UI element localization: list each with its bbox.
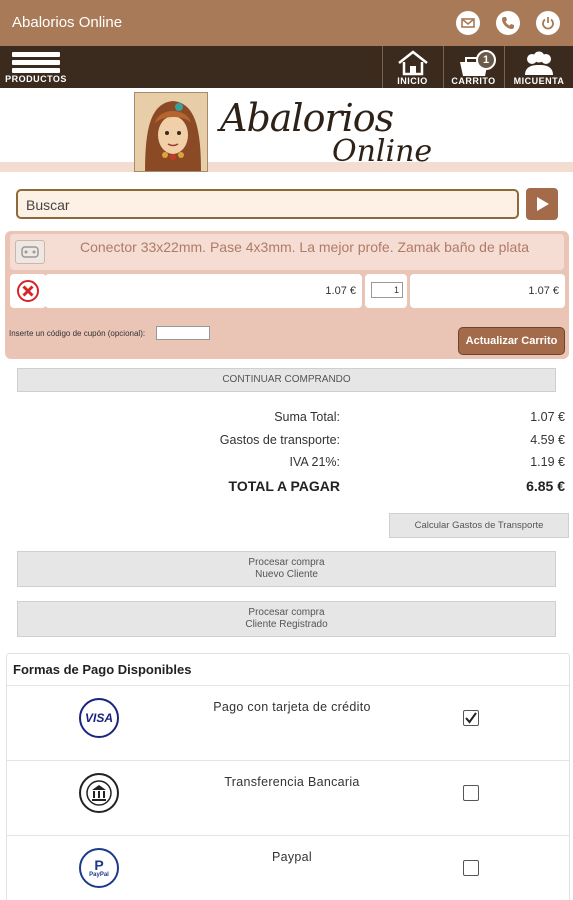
logo-image [134,92,208,172]
process-registered-line2: Cliente Registrado [245,619,328,630]
calculate-shipping-button[interactable]: Calcular Gastos de Transporte [389,513,569,538]
process-registered-line1: Procesar compra [248,607,325,618]
product-name[interactable]: Conector 33x22mm. Pase 4x3mm. La mejor p… [80,239,529,255]
menu-icon [12,52,60,74]
nav-products-label: PRODUCTOS [5,74,67,84]
total-value: 6.85 € [526,478,565,494]
payment-method-row[interactable]: VISA Pago con tarjeta de crédito [7,685,569,760]
subtotal-value: 1.07 € [530,410,565,424]
app-title: Abalorios Online [12,14,123,31]
nav-home-label: INICIO [397,76,428,86]
nav-bar: PRODUCTOS INICIO 1 CARRITO MICUENTA [0,46,573,88]
nav-cart-label: CARRITO [451,76,496,86]
search-button[interactable] [526,188,558,220]
payment-checkbox-credit-card[interactable] [463,710,479,726]
nav-account-button[interactable]: MICUENTA [504,46,573,88]
mail-icon[interactable] [456,11,480,35]
remove-item-button[interactable] [10,274,46,308]
subtotal-label: Suma Total: [274,410,340,424]
total-label: TOTAL A PAGAR [228,478,340,494]
shipping-value: 4.59 € [530,433,565,447]
payment-method-row[interactable]: P PayPal Paypal [7,835,569,900]
phone-icon[interactable] [496,11,520,35]
brand-header: Abalorios Online [0,88,573,180]
search-input[interactable]: Buscar [16,189,519,219]
vat-label: IVA 21%: [289,455,341,469]
users-icon [525,51,553,75]
payment-checkbox-paypal[interactable] [463,860,479,876]
nav-account-label: MICUENTA [513,76,565,86]
line-total: 1.07 € [410,274,565,308]
payment-checkbox-bank-transfer[interactable] [463,785,479,801]
play-arrow-icon [537,197,549,211]
power-icon[interactable] [536,11,560,35]
unit-price: 1.07 € [45,274,362,308]
update-cart-button[interactable]: Actualizar Carrito [458,327,565,355]
payment-methods-title: Formas de Pago Disponibles [13,662,192,677]
home-icon [397,50,428,76]
payment-method-row[interactable]: Transferencia Bancaria [7,760,569,835]
visa-icon: VISA [79,698,119,738]
cart-item-header: Conector 33x22mm. Pase 4x3mm. La mejor p… [10,234,564,270]
vat-value: 1.19 € [530,455,565,469]
process-registered-client-button[interactable]: Procesar compra Cliente Registrado [17,601,556,637]
quantity-cell: 1 [365,274,407,308]
coupon-label: Inserte un código de cupón (opcional): [9,329,146,338]
checkmark-icon [465,712,477,724]
close-circle-icon [17,280,39,302]
process-new-line1: Procesar compra [248,557,325,568]
cart-panel: Conector 33x22mm. Pase 4x3mm. La mejor p… [5,231,569,359]
bank-transfer-icon [79,773,119,813]
process-new-line2: Nuevo Cliente [255,569,318,580]
cart-count-badge: 1 [476,50,496,70]
payment-method-name: Pago con tarjeta de crédito [213,700,371,714]
coupon-input[interactable] [156,326,210,340]
shipping-label: Gastos de transporte: [219,433,340,447]
process-new-client-button[interactable]: Procesar compra Nuevo Cliente [17,551,556,587]
payment-methods-panel: Formas de Pago Disponibles VISA Pago con… [6,653,570,900]
paypal-icon: P PayPal [79,848,119,888]
continue-shopping-button[interactable]: CONTINUAR COMPRANDO [17,368,556,392]
quantity-input[interactable]: 1 [371,282,403,298]
header-band [0,162,573,172]
nav-home-button[interactable]: INICIO [382,46,442,88]
payment-method-name: Paypal [271,850,313,864]
nav-products-button[interactable]: PRODUCTOS [4,50,68,86]
payment-method-name: Transferencia Bancaria [224,775,360,789]
app-bar: Abalorios Online [0,0,573,46]
product-thumbnail[interactable] [15,240,45,264]
logo-text-line2: Online [332,134,433,169]
nav-cart-button[interactable]: 1 CARRITO [443,46,503,88]
